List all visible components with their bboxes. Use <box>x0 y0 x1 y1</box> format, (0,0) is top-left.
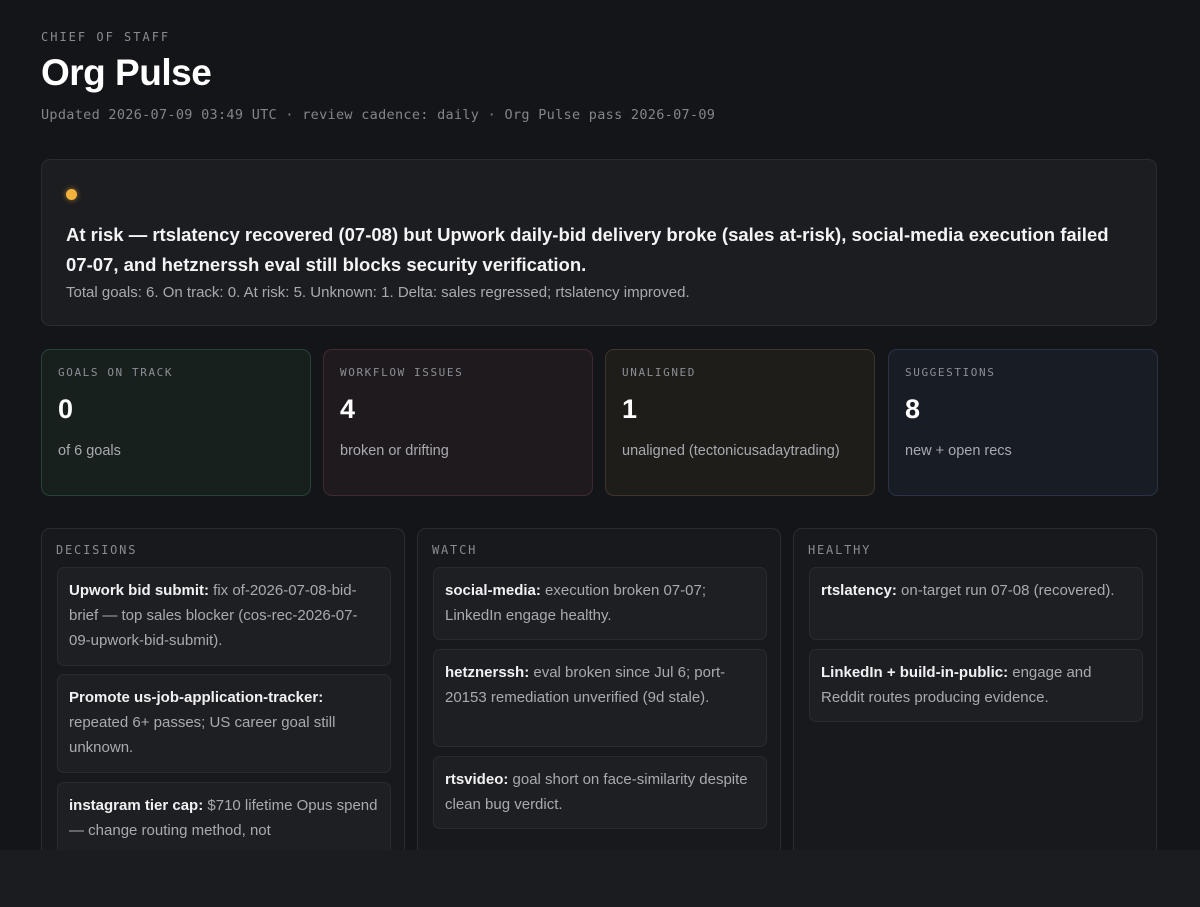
list-item[interactable]: Upwork bid submit: fix of-2026-07-08-bid… <box>57 567 391 666</box>
healthy-column: HEALTHY rtslatency: on-target run 07-08 … <box>793 528 1157 850</box>
kpi-value: 0 <box>58 394 74 424</box>
kpi-workflow-issues[interactable]: WORKFLOW ISSUES 4 broken or drifting <box>323 349 593 496</box>
item-title: Promote us-job-application-tracker: <box>69 689 324 706</box>
item-title: social-media: <box>445 582 541 599</box>
kpi-label: GOALS ON TRACK <box>58 366 174 379</box>
list-item[interactable]: hetznerssh: eval broken since Jul 6; por… <box>433 649 767 747</box>
kpi-value: 4 <box>340 394 356 424</box>
page-eyebrow: CHIEF OF STAFF <box>41 30 171 44</box>
item-title: LinkedIn + build-in-public: <box>821 664 1009 681</box>
item-text: repeated 6+ passes; US career goal still… <box>69 714 336 756</box>
kpi-value: 8 <box>905 394 921 424</box>
item-title: Upwork bid submit: <box>69 582 209 599</box>
list-item[interactable]: Promote us-job-application-tracker: repe… <box>57 674 391 773</box>
bottom-strip <box>0 850 1200 907</box>
page-title: Org Pulse <box>41 52 212 93</box>
item-title: rtsvideo: <box>445 771 509 788</box>
list-item[interactable]: rtslatency: on-target run 07-08 (recover… <box>809 567 1143 640</box>
kpi-label: SUGGESTIONS <box>905 366 996 379</box>
kpi-unaligned[interactable]: UNALIGNED 1 unaligned (tectonicusadaytra… <box>605 349 875 496</box>
column-label: DECISIONS <box>56 543 138 557</box>
kpi-goals-on-track[interactable]: GOALS ON TRACK 0 of 6 goals <box>41 349 311 496</box>
list-item[interactable]: LinkedIn + build-in-public: engage and R… <box>809 649 1143 722</box>
kpi-row: GOALS ON TRACK 0 of 6 goals WORKFLOW ISS… <box>41 349 1159 496</box>
kpi-suggestions[interactable]: SUGGESTIONS 8 new + open recs <box>888 349 1158 496</box>
kpi-value: 1 <box>622 394 638 424</box>
list-item[interactable]: instagram tier cap: $710 lifetime Opus s… <box>57 782 391 850</box>
item-title: instagram tier cap: <box>69 797 204 814</box>
org-pulse-page: CHIEF OF STAFF Org Pulse Updated 2026-07… <box>0 0 1200 850</box>
status-dot-icon <box>66 189 77 200</box>
item-title: rtslatency: <box>821 582 897 599</box>
list-item[interactable]: rtsvideo: goal short on face-similarity … <box>433 756 767 829</box>
status-panel: At risk — rtslatency recovered (07-08) b… <box>41 159 1157 326</box>
decisions-column: DECISIONS Upwork bid submit: fix of-2026… <box>41 528 405 850</box>
status-summary: Total goals: 6. On track: 0. At risk: 5.… <box>66 284 690 301</box>
status-headline: At risk — rtslatency recovered (07-08) b… <box>66 224 1109 275</box>
item-text: on-target run 07-08 (recovered). <box>896 582 1115 599</box>
kpi-label: WORKFLOW ISSUES <box>340 366 464 379</box>
kpi-caption: of 6 goals <box>58 443 121 459</box>
update-meta: Updated 2026-07-09 03:49 UTC · review ca… <box>41 107 716 123</box>
column-label: WATCH <box>432 543 478 557</box>
kpi-label: UNALIGNED <box>622 366 697 379</box>
watch-column: WATCH social-media: execution broken 07-… <box>417 528 781 850</box>
list-item[interactable]: social-media: execution broken 07-07; Li… <box>433 567 767 640</box>
kpi-caption: new + open recs <box>905 443 1012 459</box>
kpi-caption: unaligned (tectonicusadaytrading) <box>622 443 840 459</box>
item-title: hetznerssh: <box>445 664 530 681</box>
kpi-caption: broken or drifting <box>340 443 449 459</box>
column-label: HEALTHY <box>808 543 872 557</box>
